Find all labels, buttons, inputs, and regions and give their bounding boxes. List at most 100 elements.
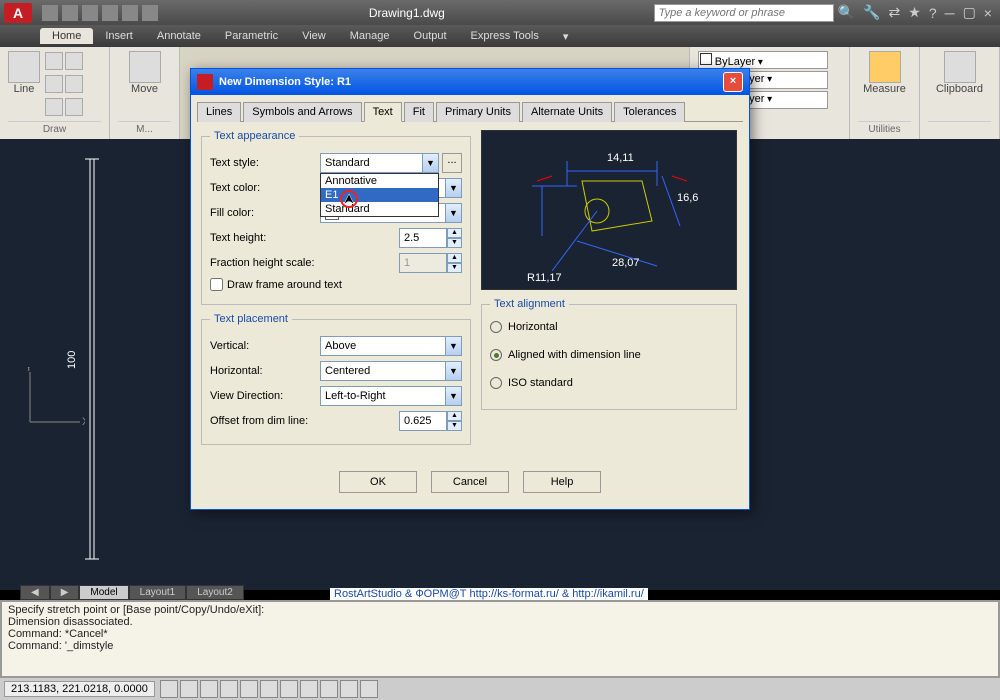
clipboard-button[interactable]: Clipboard [928, 51, 991, 95]
panel-modify-label: M... [118, 121, 171, 135]
tab-text[interactable]: Text [364, 102, 402, 122]
document-title: Drawing1.dwg [369, 6, 445, 20]
line-button[interactable]: Line [8, 51, 40, 120]
tab-tolerances[interactable]: Tolerances [614, 102, 685, 122]
ducs-icon[interactable] [280, 680, 298, 698]
view-direction-combo[interactable]: Left-to-Right▼ [320, 386, 462, 406]
offset-spinner[interactable]: ▲▼ [399, 411, 462, 431]
help-button[interactable]: Help [523, 471, 601, 493]
svg-text:16,6: 16,6 [677, 192, 698, 204]
fraction-height-label: Fraction height scale: [210, 257, 350, 269]
layout1-tab[interactable]: Layout1 [129, 585, 187, 600]
arc-icon[interactable] [45, 52, 63, 70]
tab-fit[interactable]: Fit [404, 102, 434, 122]
maximize-icon[interactable]: ▢ [963, 4, 976, 21]
radio-horizontal[interactable]: Horizontal [490, 321, 728, 333]
panel-utilities-label: Utilities [858, 121, 911, 135]
tab-arrow-right[interactable]: ▶ [50, 585, 80, 600]
vertical-combo[interactable]: Above▼ [320, 336, 462, 356]
text-style-combo[interactable]: Standard▼ Annotative E1 Standard [320, 153, 439, 173]
move-button[interactable]: Move [118, 51, 171, 95]
tab-view[interactable]: View [290, 28, 338, 44]
binoculars-icon[interactable]: 🔍 [838, 4, 855, 21]
snap-icon[interactable] [160, 680, 178, 698]
fraction-height-spinner[interactable]: ▲▼ [399, 253, 462, 273]
cmd-line-4: Command: '_dimstyle [8, 640, 992, 652]
osnap-icon[interactable] [240, 680, 258, 698]
dropdown-item-standard[interactable]: Standard [321, 202, 438, 216]
model-icon[interactable] [360, 680, 378, 698]
cmd-line-1: Specify stretch point or [Base point/Cop… [8, 604, 992, 616]
minimize-icon[interactable]: ─ [945, 5, 955, 21]
dropdown-item-annotative[interactable]: Annotative [321, 174, 438, 188]
dialog-title-text: New Dimension Style: R1 [219, 76, 351, 88]
svg-text:Y: Y [25, 367, 33, 374]
poly-icon[interactable] [65, 75, 83, 93]
tab-arrow-left[interactable]: ◀ [20, 585, 50, 600]
tab-annotate[interactable]: Annotate [145, 28, 213, 44]
text-style-label: Text style: [210, 157, 320, 169]
model-tab[interactable]: Model [79, 585, 128, 600]
tab-overflow[interactable]: ▾ [551, 28, 581, 45]
circle-icon[interactable] [65, 52, 83, 70]
ellipse-icon[interactable] [45, 98, 63, 116]
radio-aligned[interactable]: Aligned with dimension line [490, 349, 728, 361]
text-style-browse-button[interactable]: ... [442, 153, 462, 173]
text-placement-group: Text placement Vertical:Above▼ Horizonta… [201, 313, 471, 445]
layout2-tab[interactable]: Layout2 [186, 585, 244, 600]
tab-parametric[interactable]: Parametric [213, 28, 290, 44]
grid-icon[interactable] [180, 680, 198, 698]
key-icon[interactable]: 🔧 [863, 4, 880, 21]
lwt-icon[interactable] [320, 680, 338, 698]
qat-undo-icon[interactable] [122, 5, 138, 21]
tab-manage[interactable]: Manage [338, 28, 402, 44]
qat-plot-icon[interactable] [102, 5, 118, 21]
qat-redo-icon[interactable] [142, 5, 158, 21]
help-icon[interactable]: ? [929, 5, 937, 21]
tab-express[interactable]: Express Tools [459, 28, 551, 44]
dropdown-item-e1[interactable]: E1 [321, 188, 438, 202]
tab-primary-units[interactable]: Primary Units [436, 102, 520, 122]
hatch-icon[interactable] [65, 98, 83, 116]
spin-up-icon: ▲ [447, 228, 462, 238]
measure-button[interactable]: Measure [858, 51, 911, 95]
tab-output[interactable]: Output [402, 28, 459, 44]
offset-label: Offset from dim line: [210, 415, 350, 427]
svg-text:28,07: 28,07 [612, 257, 640, 269]
app-menu-button[interactable]: A [4, 3, 32, 23]
rect-icon[interactable] [45, 75, 63, 93]
ortho-icon[interactable] [200, 680, 218, 698]
qat-save-icon[interactable] [82, 5, 98, 21]
dyn-icon[interactable] [300, 680, 318, 698]
text-alignment-legend: Text alignment [490, 298, 569, 310]
dialog-close-button[interactable]: × [723, 72, 743, 92]
watermark-text: RostArtStudio & ФОРМ@Т http://ks-format.… [330, 588, 648, 600]
color-bylayer-combo[interactable]: ByLayer ▾ [698, 51, 828, 69]
text-color-label: Text color: [210, 182, 320, 194]
dialog-titlebar[interactable]: New Dimension Style: R1 × [191, 69, 749, 95]
polar-icon[interactable] [220, 680, 238, 698]
tab-home[interactable]: Home [40, 28, 93, 44]
qat-open-icon[interactable] [62, 5, 78, 21]
tab-alternate-units[interactable]: Alternate Units [522, 102, 612, 122]
draw-frame-checkbox[interactable] [210, 278, 223, 291]
favorite-icon[interactable]: ★ [908, 4, 921, 21]
ok-button[interactable]: OK [339, 471, 417, 493]
horizontal-combo[interactable]: Centered▼ [320, 361, 462, 381]
tab-lines[interactable]: Lines [197, 102, 241, 122]
text-height-spinner[interactable]: ▲▼ [399, 228, 462, 248]
otrack-icon[interactable] [260, 680, 278, 698]
chevron-down-icon: ▼ [422, 154, 438, 172]
command-window[interactable]: Specify stretch point or [Base point/Cop… [0, 600, 1000, 678]
tab-insert[interactable]: Insert [93, 28, 145, 44]
tab-symbols[interactable]: Symbols and Arrows [243, 102, 361, 122]
view-direction-label: View Direction: [210, 390, 320, 402]
qat-new-icon[interactable] [42, 5, 58, 21]
text-placement-legend: Text placement [210, 313, 292, 325]
search-input[interactable] [654, 4, 834, 22]
radio-iso[interactable]: ISO standard [490, 377, 728, 389]
qp-icon[interactable] [340, 680, 358, 698]
cancel-button[interactable]: Cancel [431, 471, 509, 493]
close-icon[interactable]: × [984, 5, 992, 21]
exchange-icon[interactable]: ⇄ [889, 4, 901, 21]
